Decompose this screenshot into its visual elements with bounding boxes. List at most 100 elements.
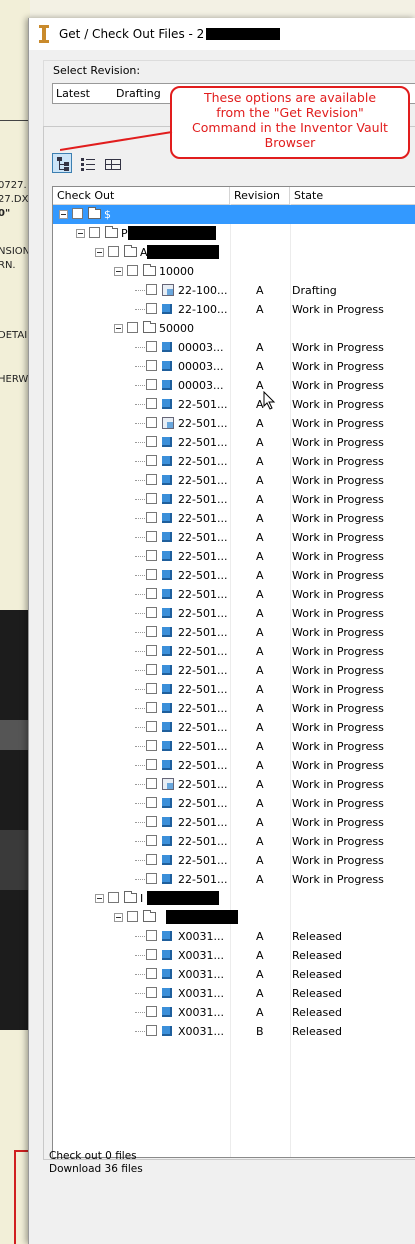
file-row[interactable]: 22-501... A Work in Progress xyxy=(53,870,415,889)
checkout-checkbox[interactable] xyxy=(146,341,157,352)
checkout-checkbox[interactable] xyxy=(146,588,157,599)
grid-view-icon[interactable] xyxy=(102,153,122,173)
checkout-checkbox[interactable] xyxy=(146,493,157,504)
checkout-checkbox[interactable] xyxy=(146,664,157,675)
checkout-checkbox[interactable] xyxy=(146,1006,157,1017)
file-row[interactable]: X0031... A Released xyxy=(53,946,415,965)
file-row[interactable]: 22-501... A Work in Progress xyxy=(53,604,415,623)
file-row[interactable]: 00003... A Work in Progress xyxy=(53,338,415,357)
folder-row[interactable]: P xyxy=(53,224,415,243)
checkout-checkbox[interactable] xyxy=(146,531,157,542)
checkout-checkbox[interactable] xyxy=(146,873,157,884)
folder-row[interactable]: $ xyxy=(53,205,415,224)
checkout-checkbox[interactable] xyxy=(146,455,157,466)
checkout-checkbox[interactable] xyxy=(72,208,83,219)
file-row[interactable]: 22-501... A Work in Progress xyxy=(53,680,415,699)
file-row[interactable]: 22-501... A Work in Progress xyxy=(53,775,415,794)
collapse-toggle-icon[interactable] xyxy=(95,248,104,257)
checkout-checkbox[interactable] xyxy=(146,683,157,694)
file-row[interactable]: 22-501... A Work in Progress xyxy=(53,699,415,718)
file-row[interactable]: 22-501... A Work in Progress xyxy=(53,832,415,851)
file-row[interactable]: 22-501... A Work in Progress xyxy=(53,509,415,528)
checkout-checkbox[interactable] xyxy=(127,911,138,922)
file-row[interactable]: 22-501... A Work in Progress xyxy=(53,718,415,737)
folder-row[interactable] xyxy=(53,908,415,927)
file-row[interactable]: X0031... B Released xyxy=(53,1022,415,1041)
checkout-checkbox[interactable] xyxy=(146,949,157,960)
file-row[interactable]: 22-501... A Work in Progress xyxy=(53,452,415,471)
collapse-toggle-icon[interactable] xyxy=(76,229,85,238)
folder-row[interactable]: 50000 xyxy=(53,319,415,338)
checkout-checkbox[interactable] xyxy=(146,550,157,561)
file-row[interactable]: 22-501... A Work in Progress xyxy=(53,756,415,775)
file-row[interactable]: 22-501... A Work in Progress xyxy=(53,661,415,680)
checkout-checkbox[interactable] xyxy=(146,930,157,941)
checkout-checkbox[interactable] xyxy=(146,740,157,751)
file-row[interactable]: 22-100... A Work in Progress xyxy=(53,300,415,319)
collapse-toggle-icon[interactable] xyxy=(59,210,68,219)
file-row[interactable]: 22-501... A Work in Progress xyxy=(53,585,415,604)
checkout-checkbox[interactable] xyxy=(89,227,100,238)
file-row[interactable]: 22-501... A Work in Progress xyxy=(53,566,415,585)
checkout-checkbox[interactable] xyxy=(146,417,157,428)
folder-row[interactable]: 10000 xyxy=(53,262,415,281)
file-row[interactable]: 22-501... A Work in Progress xyxy=(53,528,415,547)
list-view-icon[interactable] xyxy=(77,153,97,173)
checkout-checkbox[interactable] xyxy=(146,569,157,580)
column-header-state[interactable]: State xyxy=(290,187,415,204)
checkout-checkbox[interactable] xyxy=(146,702,157,713)
checkout-checkbox[interactable] xyxy=(127,265,138,276)
file-row[interactable]: 22-501... A Work in Progress xyxy=(53,490,415,509)
checkout-checkbox[interactable] xyxy=(146,721,157,732)
file-row[interactable]: X0031... A Released xyxy=(53,1003,415,1022)
file-row[interactable]: X0031... A Released xyxy=(53,927,415,946)
file-row[interactable]: 22-501... A Work in Progress xyxy=(53,642,415,661)
column-header-revision[interactable]: Revision xyxy=(230,187,290,204)
file-row[interactable]: 22-501... A Work in Progress xyxy=(53,851,415,870)
checkout-checkbox[interactable] xyxy=(146,626,157,637)
checkout-checkbox[interactable] xyxy=(146,835,157,846)
file-row[interactable]: 22-501... A Work in Progress xyxy=(53,395,415,414)
checkout-checkbox[interactable] xyxy=(146,778,157,789)
folder-row[interactable]: A xyxy=(53,243,415,262)
collapse-toggle-icon[interactable] xyxy=(114,913,123,922)
file-row[interactable]: X0031... A Released xyxy=(53,965,415,984)
column-header-checkout[interactable]: Check Out xyxy=(53,187,230,204)
checkout-checkbox[interactable] xyxy=(146,816,157,827)
checkout-checkbox[interactable] xyxy=(146,854,157,865)
checkout-checkbox[interactable] xyxy=(146,968,157,979)
checkout-checkbox[interactable] xyxy=(146,759,157,770)
file-row[interactable]: 22-501... A Work in Progress xyxy=(53,547,415,566)
file-row[interactable]: 22-501... A Work in Progress xyxy=(53,794,415,813)
checkout-checkbox[interactable] xyxy=(146,1025,157,1036)
file-row[interactable]: X0031... A Released xyxy=(53,984,415,1003)
file-row[interactable]: 00003... A Work in Progress xyxy=(53,357,415,376)
collapse-toggle-icon[interactable] xyxy=(95,894,104,903)
checkout-checkbox[interactable] xyxy=(146,474,157,485)
checkout-checkbox[interactable] xyxy=(146,360,157,371)
checkout-checkbox[interactable] xyxy=(127,322,138,333)
checkout-checkbox[interactable] xyxy=(146,379,157,390)
file-row[interactable]: 22-100... A Drafting xyxy=(53,281,415,300)
collapse-toggle-icon[interactable] xyxy=(114,324,123,333)
tree-view-icon[interactable] xyxy=(52,153,72,173)
file-row[interactable]: 22-501... A Work in Progress xyxy=(53,471,415,490)
file-row[interactable]: 22-501... A Work in Progress xyxy=(53,414,415,433)
checkout-checkbox[interactable] xyxy=(108,246,119,257)
file-row[interactable]: 22-501... A Work in Progress xyxy=(53,433,415,452)
file-row[interactable]: 22-501... A Work in Progress xyxy=(53,623,415,642)
file-row[interactable]: 22-501... A Work in Progress xyxy=(53,737,415,756)
checkout-checkbox[interactable] xyxy=(146,512,157,523)
file-row[interactable]: 00003... A Work in Progress xyxy=(53,376,415,395)
folder-row[interactable]: I xyxy=(53,889,415,908)
collapse-toggle-icon[interactable] xyxy=(114,267,123,276)
checkout-checkbox[interactable] xyxy=(146,436,157,447)
checkout-checkbox[interactable] xyxy=(146,303,157,314)
checkout-checkbox[interactable] xyxy=(146,284,157,295)
checkout-checkbox[interactable] xyxy=(146,607,157,618)
checkout-checkbox[interactable] xyxy=(108,892,119,903)
checkout-checkbox[interactable] xyxy=(146,987,157,998)
checkout-checkbox[interactable] xyxy=(146,645,157,656)
file-row[interactable]: 22-501... A Work in Progress xyxy=(53,813,415,832)
checkout-checkbox[interactable] xyxy=(146,398,157,409)
